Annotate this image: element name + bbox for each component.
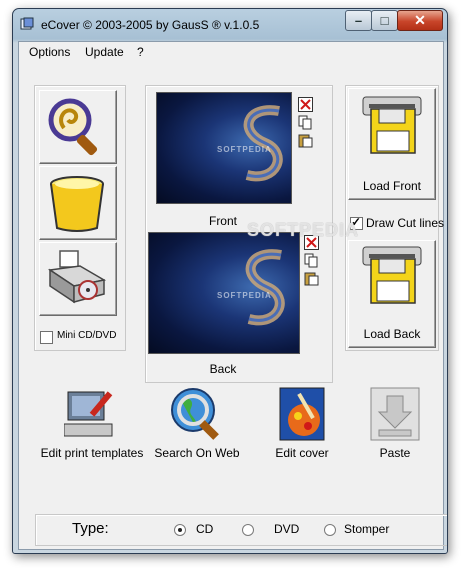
draw-cut-lines-label: Draw Cut lines	[366, 216, 445, 230]
paste-back-icon[interactable]	[304, 271, 319, 286]
computer-screwdriver-icon	[64, 391, 113, 437]
covers-panel: SOFTPEDIA Front SOFTPEDIA Back	[145, 85, 333, 383]
back-label: Back	[209, 362, 237, 376]
search-on-web-button[interactable]: Search On Web	[149, 386, 245, 462]
client-area: Options Update ? Mini CD/DVD SOFTPEDIA F…	[18, 41, 447, 550]
delete-front-icon[interactable]	[298, 97, 313, 112]
type-label: Type:	[72, 520, 109, 537]
edit-cover-button[interactable]: Edit cover	[257, 386, 347, 462]
floppy-drive-back-icon	[362, 246, 422, 304]
edit-print-templates-label: Edit print templates	[40, 446, 144, 460]
mini-cd-checkbox[interactable]	[40, 331, 53, 344]
printer-icon	[47, 250, 107, 304]
edit-print-templates-button[interactable]: Edit print templates	[37, 386, 147, 462]
load-back-button[interactable]: Load Back	[348, 240, 436, 348]
print-button[interactable]	[39, 242, 117, 316]
load-front-label: Load Front	[362, 179, 422, 193]
load-back-label: Load Back	[363, 327, 421, 341]
paste-front-icon[interactable]	[298, 133, 313, 148]
copy-back-icon[interactable]	[304, 253, 319, 268]
paste-arrow-icon	[370, 387, 420, 441]
type-radio-cd[interactable]	[174, 524, 186, 536]
minimize-icon: –	[354, 13, 363, 28]
maximize-button[interactable]: □	[371, 10, 398, 31]
trash-bin-icon	[50, 176, 104, 232]
menu-bar: Options Update ?	[19, 42, 443, 62]
clear-button[interactable]	[39, 166, 117, 240]
close-icon: ✕	[414, 12, 426, 28]
paste-label: Paste	[379, 446, 411, 460]
mini-cd-label: Mini CD/DVD	[57, 330, 117, 341]
type-radio-dvd[interactable]	[242, 524, 254, 536]
search-on-web-label: Search On Web	[154, 446, 240, 460]
menu-update[interactable]: Update	[85, 45, 124, 59]
menu-help[interactable]: ?	[137, 45, 144, 59]
paint-palette-icon	[279, 387, 325, 441]
floppy-drive-front-icon	[362, 96, 422, 154]
draw-cut-lines-checkbox[interactable]	[350, 215, 363, 230]
globe-search-icon	[171, 388, 219, 440]
title-bar[interactable]: eCover © 2003-2005 by GausS ® v.1.0.5 – …	[13, 9, 447, 39]
cover-art-swirl-back	[245, 249, 285, 326]
browse-image-button[interactable]	[39, 90, 117, 164]
minimize-button[interactable]: –	[345, 10, 372, 31]
delete-back-icon[interactable]	[304, 235, 319, 250]
left-panel: Mini CD/DVD	[34, 85, 126, 351]
menu-options[interactable]: Options	[29, 45, 70, 59]
front-cover-preview[interactable]: SOFTPEDIA	[156, 92, 292, 204]
type-group: Type: CD DVD Stomper	[35, 514, 447, 546]
paste-button[interactable]: Paste	[355, 386, 435, 462]
close-button[interactable]: ✕	[397, 10, 443, 31]
back-cover-preview[interactable]: SOFTPEDIA	[148, 232, 300, 354]
copy-front-icon[interactable]	[298, 115, 313, 130]
maximize-icon: □	[380, 13, 389, 28]
cover-art-swirl	[243, 105, 283, 182]
front-label: Front	[208, 214, 237, 228]
magnifier-icon	[48, 98, 98, 156]
app-icon	[20, 17, 34, 30]
edit-cover-label: Edit cover	[275, 446, 329, 460]
right-panel: Load Front Draw Cut lines Load Back	[345, 85, 444, 351]
type-option-cd: CD	[196, 522, 214, 536]
type-option-stomper: Stomper	[344, 522, 390, 536]
app-window: eCover © 2003-2005 by GausS ® v.1.0.5 – …	[12, 8, 448, 554]
load-front-button[interactable]: Load Front	[348, 88, 436, 200]
type-option-dvd: DVD	[274, 522, 300, 536]
type-radio-stomper[interactable]	[324, 524, 336, 536]
window-title: eCover © 2003-2005 by GausS ® v.1.0.5	[41, 18, 260, 32]
